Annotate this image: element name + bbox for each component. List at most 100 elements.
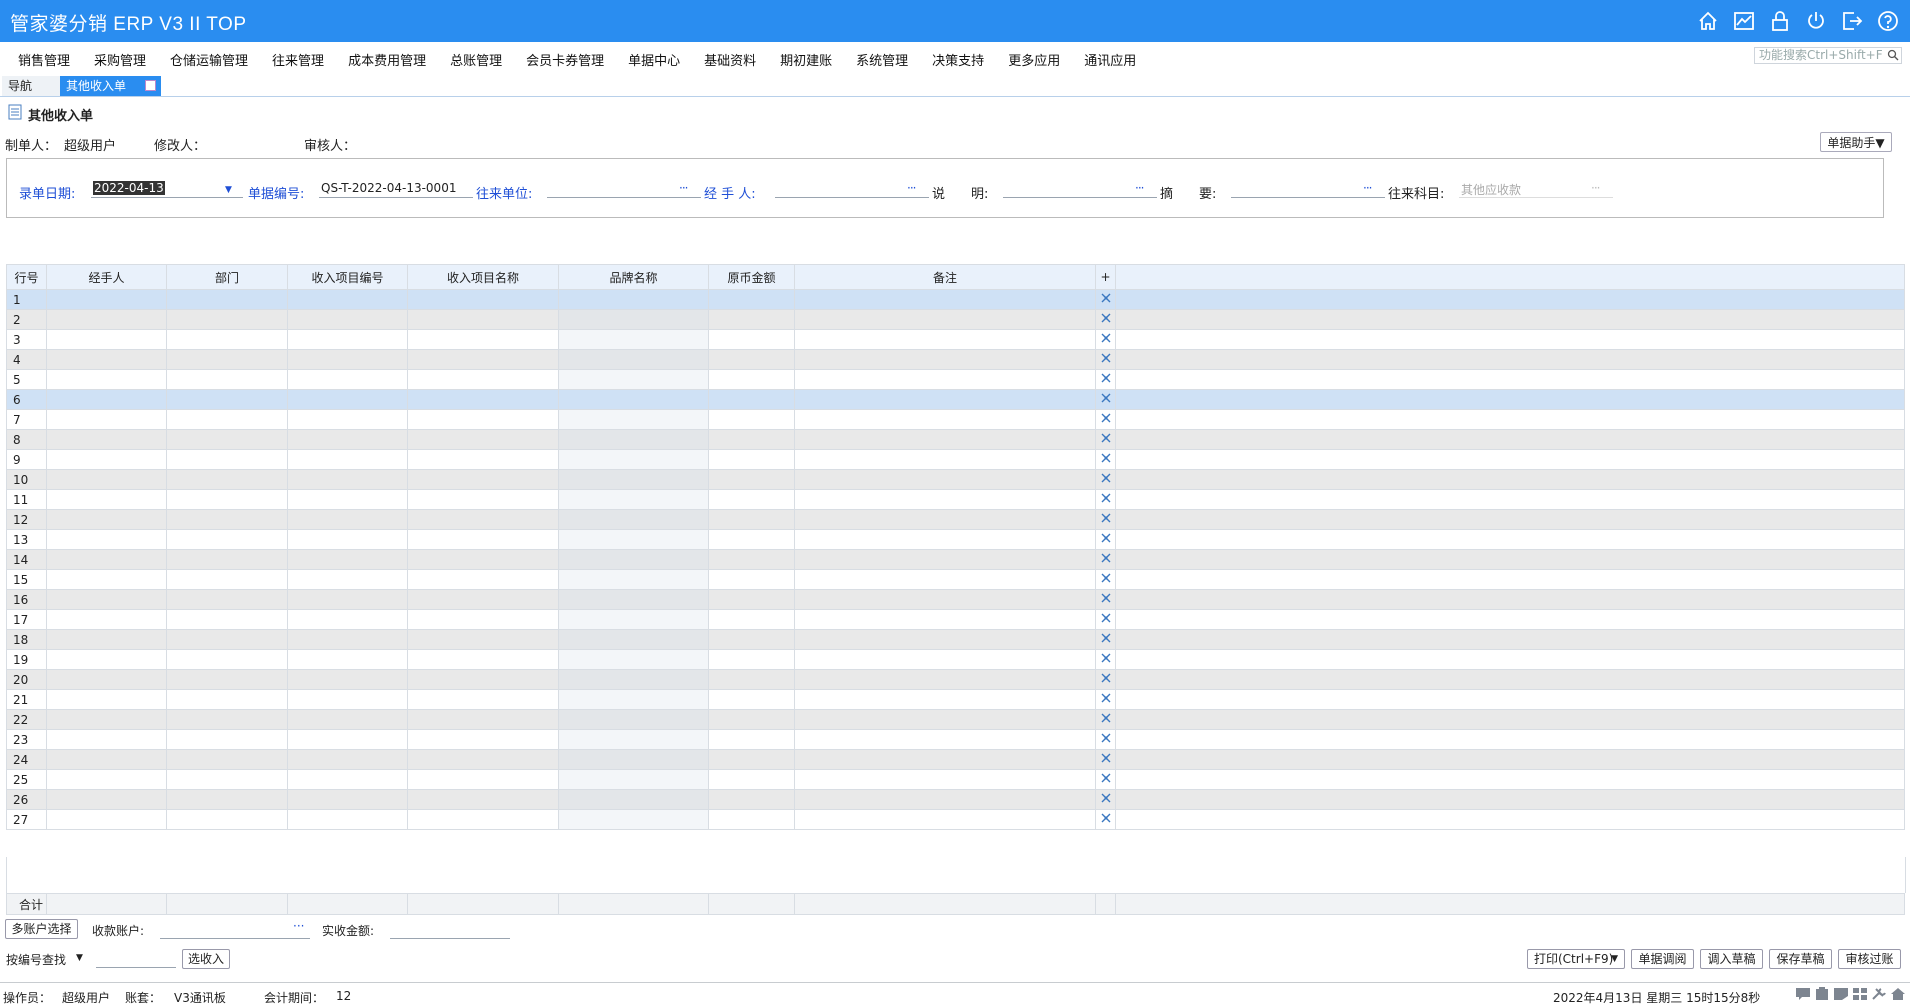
menu-item-12[interactable]: 决策支持: [920, 50, 996, 69]
grid-cell[interactable]: [407, 629, 559, 650]
grid-cell[interactable]: [794, 789, 1096, 810]
grid-cell[interactable]: [166, 649, 288, 670]
grid-cell[interactable]: [1115, 569, 1905, 590]
grid-cell[interactable]: [46, 389, 167, 410]
grid-cell[interactable]: [407, 769, 559, 790]
column-header-0[interactable]: 行号: [6, 264, 47, 290]
grid-cell[interactable]: [46, 349, 167, 370]
grid-cell[interactable]: [794, 749, 1096, 770]
grid-cell[interactable]: [708, 749, 795, 770]
menu-item-14[interactable]: 通讯应用: [1072, 50, 1148, 69]
grid-cell[interactable]: [1115, 749, 1905, 770]
grid-cell[interactable]: [708, 669, 795, 690]
grid-cell[interactable]: [558, 389, 709, 410]
table-row[interactable]: 21: [6, 689, 1905, 710]
grid-cell[interactable]: [166, 789, 288, 810]
print-dropdown-icon[interactable]: ▼: [1611, 950, 1618, 969]
grid-cell[interactable]: [166, 589, 288, 610]
grid-cell[interactable]: [708, 729, 795, 750]
grid-cell[interactable]: [1115, 649, 1905, 670]
grid-cell[interactable]: [287, 369, 408, 390]
grid-cell[interactable]: [708, 409, 795, 430]
grid-cell[interactable]: [558, 529, 709, 550]
grid-cell[interactable]: [794, 609, 1096, 630]
grid-cell[interactable]: [46, 569, 167, 590]
grid-cell[interactable]: [558, 629, 709, 650]
grid-cell[interactable]: [46, 549, 167, 570]
partner-unit-picker-icon[interactable]: ···: [679, 181, 689, 195]
grid-cell[interactable]: [407, 789, 559, 810]
grid-cell[interactable]: [708, 649, 795, 670]
grid-cell[interactable]: [46, 489, 167, 510]
row-tool-icon[interactable]: [1095, 369, 1116, 390]
table-row[interactable]: 23: [6, 729, 1905, 750]
row-tool-icon[interactable]: [1095, 469, 1116, 490]
grid-cell[interactable]: [708, 769, 795, 790]
print-button[interactable]: 打印(Ctrl+F9) ▼: [1527, 949, 1625, 969]
grid-cell[interactable]: [46, 709, 167, 730]
grid-cell[interactable]: [407, 549, 559, 570]
grid-cell[interactable]: [166, 669, 288, 690]
grid-cell[interactable]: [287, 289, 408, 310]
row-tool-icon[interactable]: [1095, 429, 1116, 450]
grid-cell[interactable]: [558, 349, 709, 370]
table-row[interactable]: 2: [6, 309, 1905, 330]
grid-cell[interactable]: [287, 749, 408, 770]
row-tool-icon[interactable]: [1095, 689, 1116, 710]
table-row[interactable]: 24: [6, 749, 1905, 770]
grid-cell[interactable]: [287, 309, 408, 330]
grid-cell[interactable]: [46, 809, 167, 830]
table-row[interactable]: 15: [6, 569, 1905, 590]
grid-cell[interactable]: [46, 789, 167, 810]
table-row[interactable]: 17: [6, 609, 1905, 630]
description-picker-icon[interactable]: ···: [1135, 181, 1145, 195]
function-search-input[interactable]: 功能搜索Ctrl+Shift+F: [1754, 47, 1902, 64]
grid-cell[interactable]: [794, 629, 1096, 650]
row-tool-icon[interactable]: [1095, 769, 1116, 790]
grid-cell[interactable]: [407, 369, 559, 390]
grid-cell[interactable]: [794, 489, 1096, 510]
grid-cell[interactable]: [708, 509, 795, 530]
grid-cell[interactable]: [287, 349, 408, 370]
grid-cell[interactable]: [708, 489, 795, 510]
grid-cell[interactable]: [46, 589, 167, 610]
grid-cell[interactable]: [166, 509, 288, 530]
row-tool-icon[interactable]: [1095, 349, 1116, 370]
power-icon[interactable]: [1802, 8, 1830, 34]
grid-cell[interactable]: [794, 389, 1096, 410]
grid-cell[interactable]: [166, 349, 288, 370]
grid-cell[interactable]: [1115, 449, 1905, 470]
grid-cell[interactable]: [46, 409, 167, 430]
table-row[interactable]: 3: [6, 329, 1905, 350]
document-helper-button[interactable]: 单据助手▼: [1820, 132, 1892, 152]
table-row[interactable]: 26: [6, 789, 1905, 810]
table-row[interactable]: 4: [6, 349, 1905, 370]
grid-cell[interactable]: [708, 429, 795, 450]
table-row[interactable]: 27: [6, 809, 1905, 830]
tools-icon[interactable]: [1871, 987, 1887, 1001]
row-tool-icon[interactable]: [1095, 289, 1116, 310]
grid-cell[interactable]: [558, 709, 709, 730]
grid-cell[interactable]: [708, 389, 795, 410]
grid-cell[interactable]: [794, 729, 1096, 750]
row-tool-icon[interactable]: [1095, 589, 1116, 610]
menu-item-2[interactable]: 采购管理: [82, 50, 158, 69]
menu-item-11[interactable]: 系统管理: [844, 50, 920, 69]
table-row[interactable]: 16: [6, 589, 1905, 610]
table-row[interactable]: 8: [6, 429, 1905, 450]
menu-item-5[interactable]: 成本费用管理: [336, 50, 438, 69]
column-header-6[interactable]: 原币金额: [708, 264, 795, 290]
grid-cell[interactable]: [166, 529, 288, 550]
grid-cell[interactable]: [46, 449, 167, 470]
row-tool-icon[interactable]: [1095, 669, 1116, 690]
grid-cell[interactable]: [287, 549, 408, 570]
menu-item-7[interactable]: 会员卡券管理: [514, 50, 616, 69]
chart-icon[interactable]: [1730, 8, 1758, 34]
grid-cell[interactable]: [1115, 349, 1905, 370]
grid-cell[interactable]: [794, 449, 1096, 470]
grid-cell[interactable]: [558, 689, 709, 710]
grid-cell[interactable]: [1115, 469, 1905, 490]
grid-cell[interactable]: [708, 589, 795, 610]
row-tool-icon[interactable]: [1095, 389, 1116, 410]
grid-cell[interactable]: [407, 609, 559, 630]
